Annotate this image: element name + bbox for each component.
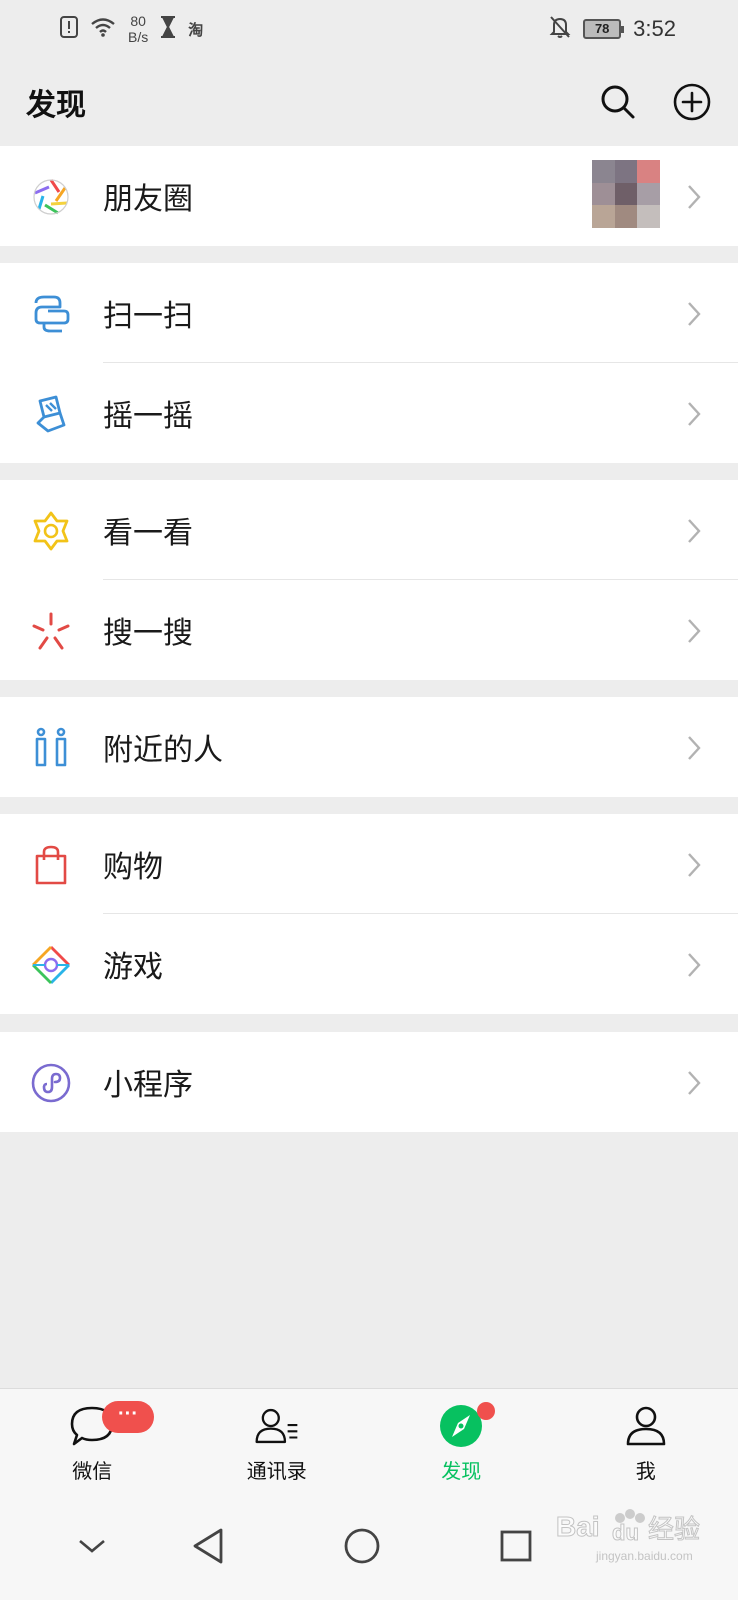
chevron-right-icon	[688, 736, 701, 760]
menu-item-games[interactable]: 游戏	[0, 914, 738, 1014]
bottom-tab-bar: 微信 ··· 通讯录 发现 我	[0, 1388, 738, 1494]
plus-circle-icon	[673, 83, 711, 121]
menu-group-mini-programs: 小程序	[0, 1032, 738, 1132]
menu-item-top-stories[interactable]: 看一看	[0, 480, 738, 580]
moments-shutter-icon	[30, 176, 72, 218]
nav-recents-button[interactable]	[494, 1524, 538, 1568]
menu-item-people-nearby[interactable]: 附近的人	[0, 697, 738, 797]
page-title: 发现	[26, 88, 86, 123]
new-content-dot	[477, 1402, 495, 1420]
battery-indicator: 78	[583, 19, 625, 39]
menu-item-label: 摇一摇	[103, 399, 193, 434]
nav-home-button[interactable]	[340, 1524, 384, 1568]
menu-item-mini-programs[interactable]: 小程序	[0, 1032, 738, 1132]
recents-square-icon	[500, 1530, 532, 1562]
top-stories-icon	[30, 510, 72, 552]
moments-preview-thumbnail	[592, 160, 660, 228]
chevron-right-icon	[688, 302, 701, 326]
scan-icon	[30, 293, 72, 335]
tab-label: 微信	[72, 1459, 113, 1483]
unread-badge: ···	[102, 1401, 154, 1433]
mute-bell-icon	[549, 15, 571, 43]
nav-hide-button[interactable]	[70, 1524, 114, 1568]
page-header: 发现	[0, 58, 738, 146]
menu-item-moments[interactable]: 朋友圈	[0, 146, 738, 246]
menu-item-label: 朋友圈	[103, 182, 193, 217]
menu-group-stories-search: 看一看 搜一搜	[0, 480, 738, 680]
menu-item-shake[interactable]: 摇一摇	[0, 363, 738, 463]
menu-group-nearby: 附近的人	[0, 697, 738, 797]
taobao-icon: 淘	[188, 20, 204, 39]
menu-item-shopping[interactable]: 购物	[0, 814, 738, 914]
wifi-icon	[90, 17, 116, 41]
mini-program-icon	[30, 1062, 72, 1104]
tab-label: 发现	[441, 1459, 482, 1483]
menu-item-search[interactable]: 搜一搜	[0, 580, 738, 680]
network-speed: 80 B/s	[128, 13, 149, 45]
chevron-right-icon	[688, 185, 701, 209]
search-button[interactable]	[598, 82, 638, 122]
tab-chats[interactable]: 微信 ···	[0, 1389, 185, 1494]
chevron-right-icon	[688, 619, 701, 643]
hourglass-icon	[160, 16, 176, 42]
chevron-right-icon	[688, 402, 701, 426]
status-bar: 80 B/s 淘 78 3:52	[0, 0, 738, 58]
tab-discover[interactable]: 发现	[369, 1389, 554, 1494]
system-nav-bar	[0, 1494, 738, 1600]
menu-group-moments: 朋友圈	[0, 146, 738, 246]
menu-item-label: 游戏	[103, 950, 163, 985]
back-triangle-icon	[193, 1528, 223, 1564]
games-diamond-icon	[30, 944, 72, 986]
chevron-right-icon	[688, 853, 701, 877]
menu-group-scan-shake: 扫一扫 摇一摇	[0, 263, 738, 463]
search-icon	[601, 85, 635, 119]
shake-icon	[30, 393, 72, 435]
menu-item-label: 看一看	[103, 516, 193, 551]
menu-item-label: 扫一扫	[103, 299, 193, 334]
menu-item-label: 搜一搜	[103, 616, 193, 651]
chevron-down-icon	[79, 1540, 105, 1553]
tab-me[interactable]: 我	[554, 1389, 738, 1494]
tab-label: 我	[635, 1459, 656, 1483]
chevron-right-icon	[688, 953, 701, 977]
menu-group-shop-games: 购物 游戏	[0, 814, 738, 1014]
chevron-right-icon	[688, 519, 701, 543]
home-circle-icon	[344, 1528, 380, 1564]
nav-back-button[interactable]	[186, 1524, 230, 1568]
clock: 3:52	[633, 16, 676, 41]
menu-item-scan[interactable]: 扫一扫	[0, 263, 738, 363]
contacts-icon	[254, 1403, 300, 1449]
people-nearby-icon	[30, 727, 72, 769]
menu-item-label: 小程序	[103, 1068, 193, 1103]
menu-item-label: 附近的人	[103, 733, 223, 768]
add-button[interactable]	[672, 82, 712, 122]
shopping-bag-icon	[30, 844, 72, 886]
sim-alert-icon	[60, 16, 78, 42]
tab-contacts[interactable]: 通讯录	[185, 1389, 370, 1494]
chevron-right-icon	[688, 1071, 701, 1095]
me-person-icon	[623, 1403, 669, 1449]
tab-label: 通讯录	[246, 1459, 307, 1483]
menu-item-label: 购物	[103, 850, 163, 885]
search-spark-icon	[30, 610, 72, 652]
